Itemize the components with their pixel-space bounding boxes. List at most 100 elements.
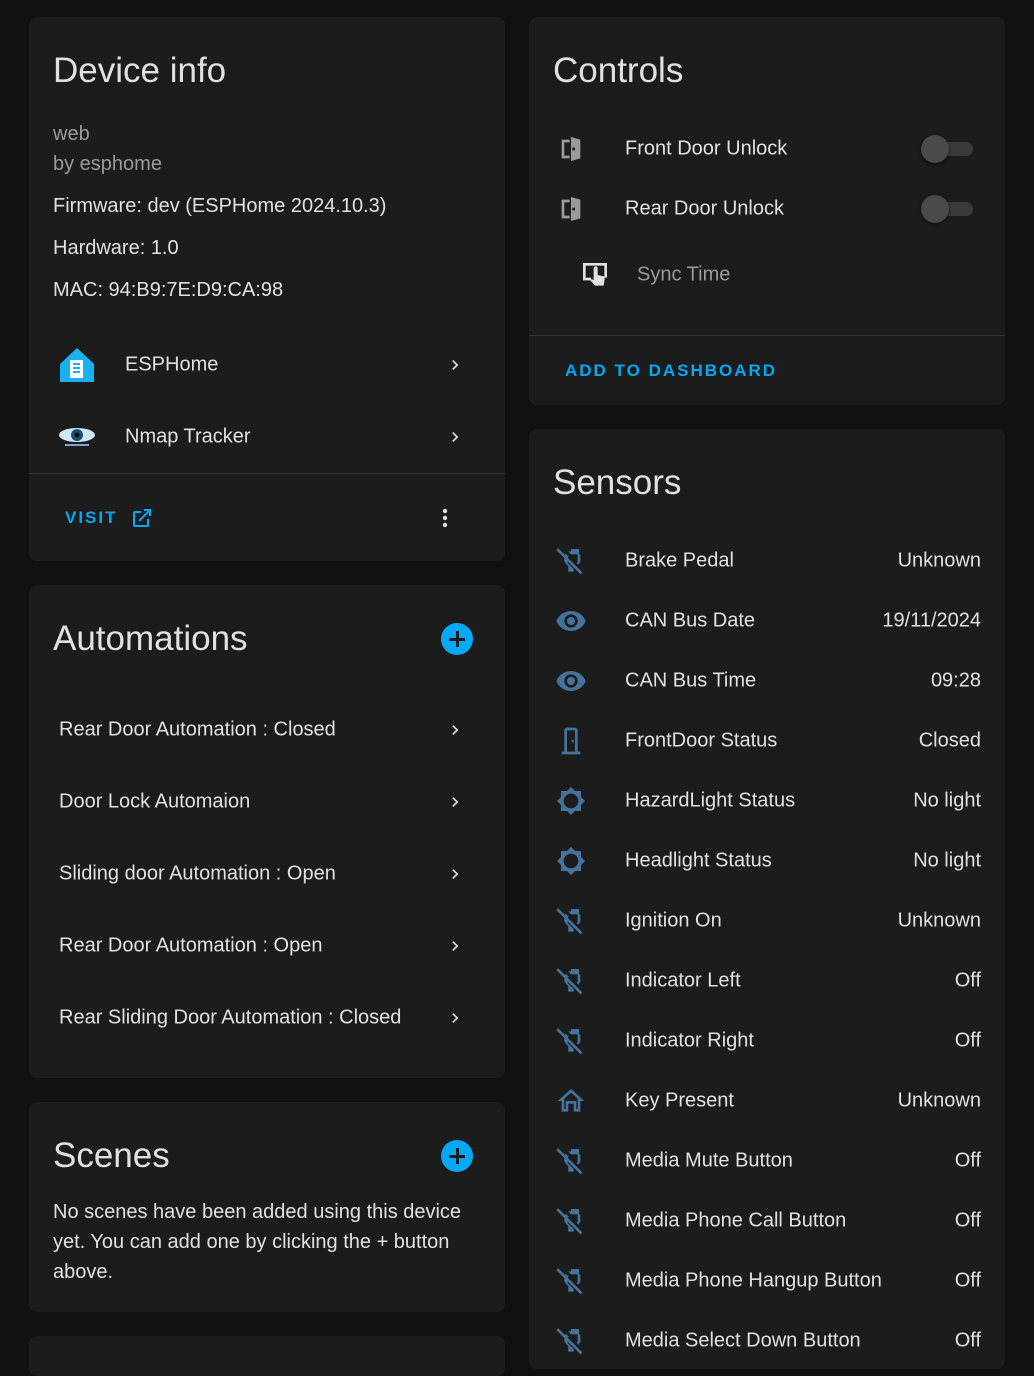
chevron-right-icon [445, 864, 465, 884]
sensor-value: 19/11/2024 [882, 609, 981, 632]
controls-title: Controls [553, 51, 684, 90]
sensor-row-media-phone-hangup-button[interactable]: Media Phone Hangup Button Off [529, 1251, 1005, 1311]
sensor-label: Ignition On [625, 909, 722, 932]
automation-item[interactable]: Rear Sliding Door Automation : Closed [29, 988, 505, 1048]
automation-label: Sliding door Automation : Open [59, 862, 336, 885]
sensor-row-ignition-on[interactable]: Ignition On Unknown [529, 891, 1005, 951]
device-mac: MAC: 94:B9:7E:D9:CA:98 [53, 279, 284, 301]
control-label: Rear Door Unlock [625, 197, 784, 220]
sensor-label: Media Phone Hangup Button [625, 1269, 882, 1292]
sensor-row-brake-pedal[interactable]: Brake Pedal Unknown [529, 531, 1005, 591]
sensor-value: Off [954, 1149, 981, 1172]
eye-icon [555, 665, 587, 697]
chevron-right-icon [445, 1008, 465, 1028]
automation-item[interactable]: Rear Door Automation : Open [29, 916, 505, 976]
sensor-label: Media Mute Button [625, 1149, 793, 1172]
power-plug-off-icon [555, 545, 587, 577]
sensor-row-can-bus-date[interactable]: CAN Bus Date 19/11/2024 [529, 591, 1005, 651]
sensor-value: Off [954, 1329, 981, 1352]
controls-card: Controls Front Door Unlock Rear Door Unl… [529, 17, 1005, 405]
sensor-value: Off [954, 1209, 981, 1232]
integration-label: ESPHome [125, 353, 219, 376]
power-plug-off-icon [555, 965, 587, 997]
sensor-value: Closed [918, 729, 981, 752]
integration-esphome[interactable]: ESPHome [29, 335, 505, 395]
automations-title: Automations [53, 619, 248, 658]
front-door-unlock-toggle[interactable] [921, 135, 973, 163]
visit-link[interactable]: VISIT [65, 505, 154, 531]
eye-icon [555, 605, 587, 637]
esphome-logo-icon [57, 345, 97, 385]
sensor-row-indicator-left[interactable]: Indicator Left Off [529, 951, 1005, 1011]
sync-time-label: Sync Time [637, 263, 731, 286]
add-automation-button[interactable] [441, 623, 473, 655]
sensor-label: CAN Bus Time [625, 669, 757, 692]
rear-door-unlock-toggle[interactable] [921, 195, 973, 223]
sensor-row-frontdoor-status[interactable]: FrontDoor Status Closed [529, 711, 1005, 771]
sensor-value: Off [954, 1269, 981, 1292]
door-open-icon [555, 193, 587, 225]
device-firmware: Firmware: dev (ESPHome 2024.10.3) [53, 195, 387, 217]
sensor-row-indicator-right[interactable]: Indicator Right Off [529, 1011, 1005, 1071]
sensor-label: Indicator Left [625, 969, 741, 992]
chevron-right-icon [445, 792, 465, 812]
automation-item[interactable]: Sliding door Automation : Open [29, 844, 505, 904]
sensor-label: Headlight Status [625, 849, 772, 872]
control-label: Front Door Unlock [625, 137, 788, 160]
automation-item[interactable]: Rear Door Automation : Closed [29, 700, 505, 760]
automation-label: Door Lock Automaion [59, 790, 251, 813]
scenes-empty-text: No scenes have been added using this dev… [53, 1201, 462, 1283]
divider [29, 473, 505, 474]
divider [529, 335, 1005, 336]
sensor-value: Unknown [897, 1089, 981, 1112]
chevron-right-icon [445, 936, 465, 956]
device-info-card: Device info web by esphome Firmware: dev… [29, 17, 505, 561]
power-plug-off-icon [555, 1145, 587, 1177]
sensor-value: Unknown [897, 549, 981, 572]
sync-time-button[interactable]: Sync Time [529, 245, 1005, 305]
next-card [29, 1336, 505, 1376]
brightness-icon [555, 785, 587, 817]
visit-label: VISIT [65, 508, 118, 527]
gesture-tap-button-icon [579, 259, 611, 291]
door-closed-icon [555, 725, 587, 757]
scrollbar[interactable] [1030, 0, 1034, 1350]
integration-label: Nmap Tracker [125, 425, 251, 448]
power-plug-off-icon [555, 905, 587, 937]
sensor-label: FrontDoor Status [625, 729, 778, 752]
device-hardware: Hardware: 1.0 [53, 237, 179, 259]
automations-card: Automations Rear Door Automation : Close… [29, 585, 505, 1078]
sensors-title: Sensors [553, 463, 682, 502]
integration-nmap-tracker[interactable]: Nmap Tracker [29, 407, 505, 467]
sensor-value: No light [913, 849, 981, 872]
chevron-right-icon [445, 720, 465, 740]
scenes-title: Scenes [53, 1136, 170, 1175]
sensor-label: Media Select Down Button [625, 1329, 861, 1352]
sensor-row-headlight-status[interactable]: Headlight Status No light [529, 831, 1005, 891]
add-to-dashboard-button[interactable]: ADD TO DASHBOARD [565, 361, 777, 381]
open-in-new-icon [130, 506, 154, 530]
automation-label: Rear Sliding Door Automation : Closed [59, 1006, 402, 1029]
sensor-row-media-phone-call-button[interactable]: Media Phone Call Button Off [529, 1191, 1005, 1251]
door-open-icon [555, 133, 587, 165]
sensor-value: Unknown [897, 909, 981, 932]
sensor-row-can-bus-time[interactable]: CAN Bus Time 09:28 [529, 651, 1005, 711]
sensor-row-hazardlight-status[interactable]: HazardLight Status No light [529, 771, 1005, 831]
nmap-eye-logo-icon [57, 417, 97, 457]
add-scene-button[interactable] [441, 1140, 473, 1172]
device-model: web [53, 123, 90, 145]
more-vert-icon[interactable] [433, 505, 457, 531]
rear-door-unlock-switch-row[interactable]: Rear Door Unlock [529, 179, 1005, 239]
sensor-value: Off [954, 969, 981, 992]
sensor-row-media-select-down-button[interactable]: Media Select Down Button Off [529, 1311, 1005, 1369]
device-info-title: Device info [53, 51, 227, 90]
sensor-value: No light [913, 789, 981, 812]
automation-item[interactable]: Door Lock Automaion [29, 772, 505, 832]
power-plug-off-icon [555, 1325, 587, 1357]
chevron-right-icon [445, 427, 465, 447]
front-door-unlock-switch-row[interactable]: Front Door Unlock [529, 119, 1005, 179]
automation-label: Rear Door Automation : Open [59, 934, 323, 957]
sensor-row-media-mute-button[interactable]: Media Mute Button Off [529, 1131, 1005, 1191]
sensor-row-key-present[interactable]: Key Present Unknown [529, 1071, 1005, 1131]
sensor-label: CAN Bus Date [625, 609, 756, 632]
